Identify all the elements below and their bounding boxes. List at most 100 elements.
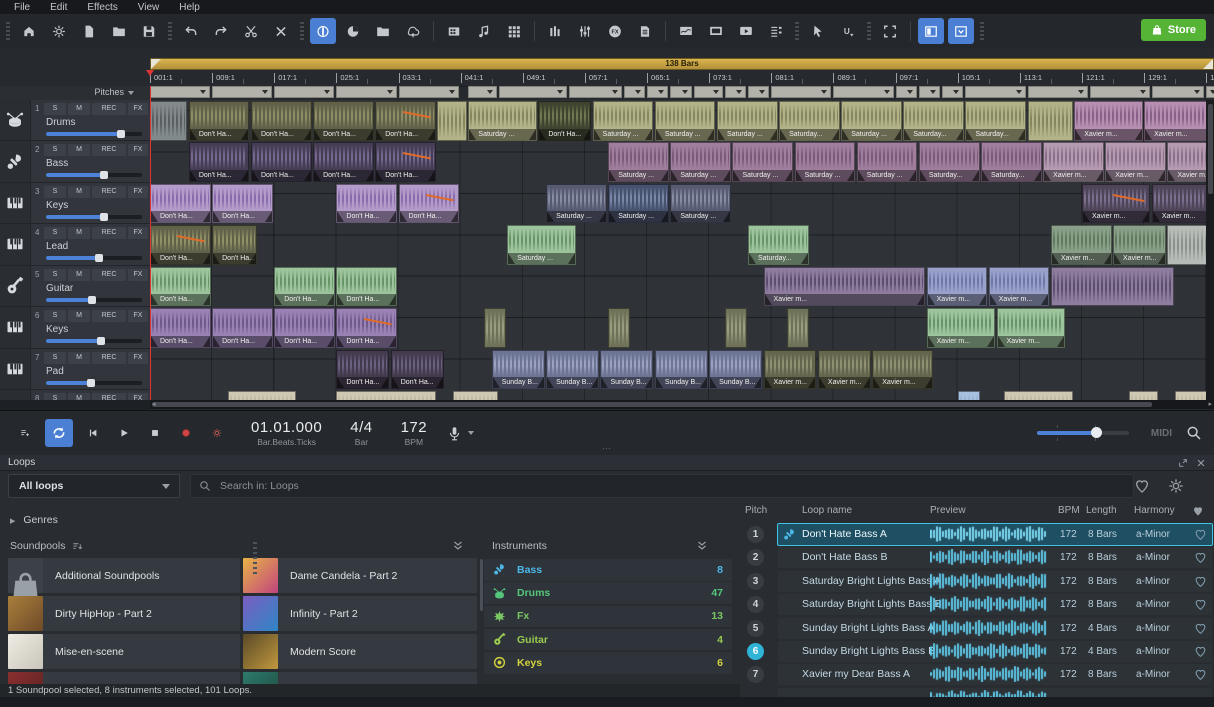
- clip-don-t-ha[interactable]: Don't Ha...: [336, 350, 389, 390]
- instrument-bass[interactable]: Bass8: [484, 559, 732, 581]
- loop-preview-waveform[interactable]: [930, 549, 1048, 565]
- clip-don-t-ha[interactable]: Don't Ha...: [336, 308, 397, 348]
- pitch-cell[interactable]: [1206, 86, 1214, 98]
- clip-saturday[interactable]: Saturday ...: [717, 101, 778, 141]
- column-header-loop-name[interactable]: Loop name: [802, 502, 852, 520]
- pitch-cell[interactable]: [1090, 86, 1150, 98]
- cut-button[interactable]: [238, 18, 264, 44]
- close-panel-icon[interactable]: [1196, 458, 1206, 468]
- clip[interactable]: [484, 308, 506, 348]
- clip-saturday[interactable]: Saturday ...: [468, 101, 536, 141]
- clip-saturday[interactable]: Saturday ...: [546, 184, 607, 224]
- home-button[interactable]: [16, 18, 42, 44]
- track-rec-button[interactable]: REC: [92, 393, 126, 400]
- loop-row-saturday-bright-lights-bass-b[interactable]: Saturday Bright Lights Bass B1728 Barsa-…: [778, 594, 1212, 615]
- loop-row-sunday-bright-lights-bass-a[interactable]: Sunday Bright Lights Bass A1724 Barsa-Mi…: [778, 618, 1212, 639]
- instrument-keys[interactable]: Keys6: [484, 652, 732, 674]
- clip-xavier-m[interactable]: Xavier m...: [764, 267, 926, 307]
- track-m-button[interactable]: M: [68, 310, 90, 322]
- track-header-lead[interactable]: 4SMRECFXLead: [0, 224, 150, 265]
- clip[interactable]: [437, 101, 467, 141]
- favorite-icon[interactable]: [1194, 551, 1207, 564]
- smart-tool-button[interactable]: [340, 18, 366, 44]
- soundpool-modern-score[interactable]: Modern Score: [243, 634, 477, 669]
- loops-settings-icon[interactable]: [1168, 478, 1184, 494]
- loops-search-box[interactable]: [190, 474, 1134, 498]
- track-volume-knob[interactable]: [88, 296, 96, 304]
- track-header-keys[interactable]: 3SMRECFXKeys: [0, 183, 150, 224]
- pitch-badge-6[interactable]: 6: [747, 643, 764, 660]
- timeline-ruler[interactable]: 001:1009:1017:1025:1033:1041:1049:1057:1…: [150, 70, 1214, 87]
- master-volume-slider[interactable]: [1037, 431, 1129, 435]
- play-button[interactable]: [113, 422, 135, 444]
- pitch-cell[interactable]: [1028, 86, 1088, 98]
- audio-pool-button[interactable]: [471, 18, 497, 44]
- clip-xavier-m[interactable]: Xavier m...: [1074, 101, 1142, 141]
- toggle-left-panel-button[interactable]: [918, 18, 944, 44]
- menu-view[interactable]: View: [130, 2, 168, 13]
- soundpool-dame-candela-part-2[interactable]: Dame Candela - Part 2: [243, 558, 477, 593]
- pitch-cell[interactable]: [1152, 86, 1204, 98]
- pitch-cell[interactable]: [694, 86, 723, 98]
- effects-button[interactable]: FX: [602, 18, 628, 44]
- track-rec-button[interactable]: REC: [92, 310, 126, 322]
- track-fx-button[interactable]: FX: [128, 393, 148, 400]
- pitch-badge-2[interactable]: 2: [747, 549, 764, 566]
- menu-file[interactable]: File: [6, 2, 38, 13]
- cloud-import-button[interactable]: [400, 18, 426, 44]
- pitch-cell[interactable]: [771, 86, 831, 98]
- pitch-cell[interactable]: [499, 86, 567, 98]
- pitch-cell[interactable]: [468, 86, 497, 98]
- clip[interactable]: [1004, 391, 1072, 400]
- pitch-cell[interactable]: [647, 86, 668, 98]
- clip-don-t-ha[interactable]: Don't Ha...: [251, 101, 312, 141]
- track-fx-button[interactable]: FX: [128, 310, 148, 322]
- metronome-button[interactable]: [206, 422, 228, 444]
- clip-xavier-m[interactable]: Xavier m...: [1105, 142, 1166, 182]
- favorite-icon[interactable]: [1194, 668, 1207, 681]
- skip-to-start-button[interactable]: [82, 422, 104, 444]
- track-volume-knob[interactable]: [100, 213, 108, 221]
- genres-toggle[interactable]: ▶Genres: [10, 514, 58, 526]
- pitch-cell[interactable]: [725, 86, 746, 98]
- clip-don-t-ha[interactable]: Don't Ha...: [274, 267, 335, 307]
- track-volume-knob[interactable]: [95, 254, 103, 262]
- clip-saturday[interactable]: Saturday ...: [608, 184, 669, 224]
- section-resize-handle[interactable]: [253, 540, 257, 574]
- fullscreen-button[interactable]: [877, 18, 903, 44]
- clip-don-t-ha[interactable]: Don't Ha...: [212, 308, 273, 348]
- track-fx-button[interactable]: FX: [128, 352, 148, 364]
- media-pool-button[interactable]: [370, 18, 396, 44]
- clip[interactable]: [1129, 391, 1159, 400]
- track-m-button[interactable]: M: [68, 144, 90, 156]
- pitch-badge-4[interactable]: 4: [747, 596, 764, 613]
- loop-button[interactable]: [45, 419, 73, 447]
- clip-xavier-m[interactable]: Xavier m...: [1082, 184, 1150, 224]
- track-s-button[interactable]: S: [44, 393, 66, 400]
- clip-sunday-b[interactable]: Sunday B...: [492, 350, 545, 390]
- clip-don-t-ha[interactable]: Don't Ha...: [150, 225, 211, 265]
- track-m-button[interactable]: M: [68, 393, 90, 400]
- clip-don-t-ha[interactable]: Don't Ha...: [313, 142, 374, 182]
- instrument-button[interactable]: [542, 18, 568, 44]
- record-button[interactable]: [175, 422, 197, 444]
- loop-row-xavier-my-dear-bass-a[interactable]: Xavier my Dear Bass A1728 Barsa-Minor: [778, 664, 1212, 685]
- track-rec-button[interactable]: REC: [92, 269, 126, 281]
- loop-preview-waveform[interactable]: [930, 620, 1048, 636]
- track-volume-knob[interactable]: [117, 130, 125, 138]
- track-volume-knob[interactable]: [100, 171, 108, 179]
- track-rec-button[interactable]: REC: [92, 144, 126, 156]
- template-grid-button[interactable]: [501, 18, 527, 44]
- menu-effects[interactable]: Effects: [79, 2, 125, 13]
- loops-filter-dropdown[interactable]: All loops: [8, 474, 180, 498]
- track-header-keys[interactable]: 6SMRECFXKeys: [0, 307, 150, 348]
- clip-saturday[interactable]: Saturday ...: [670, 184, 731, 224]
- favorite-icon[interactable]: [1194, 645, 1207, 658]
- clip-saturday[interactable]: Saturday...: [965, 101, 1026, 141]
- clip-saturday[interactable]: Saturday ...: [655, 101, 716, 141]
- track-fx-button[interactable]: FX: [128, 269, 148, 281]
- loop-preview-waveform[interactable]: [930, 666, 1048, 682]
- pitch-cell[interactable]: [670, 86, 691, 98]
- notation-button[interactable]: [632, 18, 658, 44]
- pitch-cell[interactable]: [919, 86, 940, 98]
